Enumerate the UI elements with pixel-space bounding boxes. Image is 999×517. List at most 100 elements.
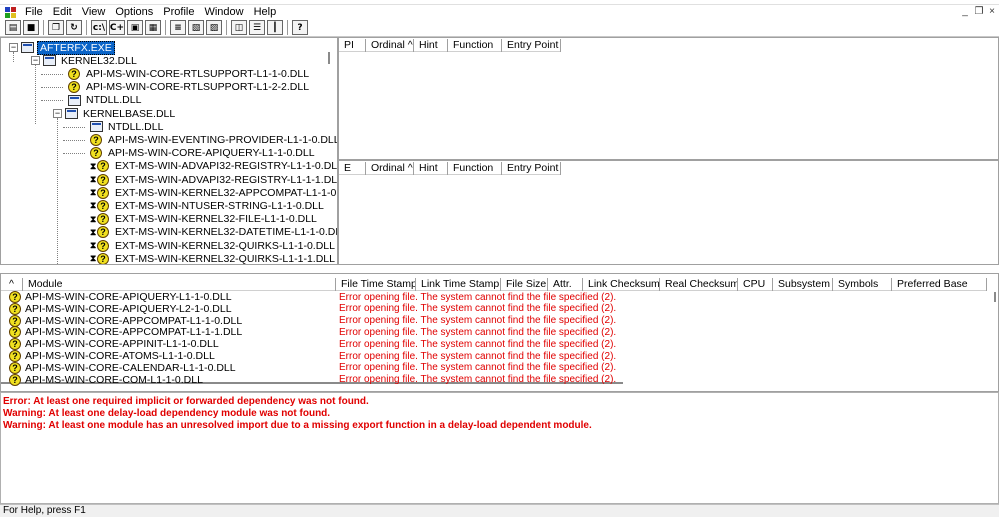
mdi-restore-button[interactable]: ❐ xyxy=(972,5,986,19)
app-system-menu-icon[interactable] xyxy=(5,6,17,18)
imports-col-hint[interactable]: Hint xyxy=(414,39,448,52)
module-cell: ? API-MS-WIN-CORE-APIQUERY-L2-1-0.DLL xyxy=(1,302,336,315)
find-icon[interactable]: ▧ xyxy=(188,20,204,35)
tree-collapse-toggle[interactable]: − xyxy=(53,109,62,118)
menu-file[interactable]: File xyxy=(20,5,48,19)
modules-col-file-time-stamp[interactable]: File Time Stamp xyxy=(336,278,416,291)
tree-item[interactable]: − KERNELBASE.DLL xyxy=(53,107,177,120)
module-name-cell: API-MS-WIN-CORE-CALENDAR-L1-1-0.DLL xyxy=(25,361,236,374)
table-row[interactable]: ? API-MS-WIN-CORE-APIQUERY-L1-1-0.DLL Erro… xyxy=(1,291,616,303)
tree-item-label: API-MS-WIN-CORE-RTLSUPPORT-L1-1-0.DLL xyxy=(86,67,310,80)
tree-collapse-toggle[interactable]: − xyxy=(9,43,18,52)
table-row[interactable]: ? API-MS-WIN-CORE-APPCOMPAT-L1-1-0.DLL Err… xyxy=(1,314,616,327)
tree-item[interactable]: ⧗? EXT-MS-WIN-NTUSER-STRING-L1-1-0.DLL xyxy=(90,199,326,212)
missing-module-icon: ? xyxy=(9,314,21,327)
tile-vertical-icon[interactable]: ┃ xyxy=(267,20,283,35)
modules-col-symbols[interactable]: Symbols xyxy=(833,278,892,291)
missing-module-icon: ? xyxy=(97,213,109,226)
properties-icon[interactable]: ≡ xyxy=(170,20,186,35)
imports-col-ordinal[interactable]: Ordinal ^ xyxy=(366,39,414,52)
full-paths-icon[interactable]: c:\ xyxy=(91,20,107,35)
delay-load-icon: ⧗ xyxy=(90,187,97,198)
menu-options[interactable]: Options xyxy=(110,5,158,19)
module-list-vertical-scrollbar[interactable] xyxy=(994,292,996,302)
module-list[interactable]: ^ Module File Time Stamp Link Time Stamp… xyxy=(0,273,999,392)
exports-col-hint[interactable]: Hint xyxy=(414,162,448,175)
tree-item[interactable]: ⧗? EXT-MS-WIN-ADVAPI32-REGISTRY-L1-1-0.DL… xyxy=(90,160,337,173)
modules-col-real-checksum[interactable]: Real Checksum xyxy=(660,278,738,291)
modules-col-icon[interactable]: ^ xyxy=(1,278,23,291)
menu-help[interactable]: Help xyxy=(249,5,282,19)
tree-item[interactable]: ⧗? EXT-MS-WIN-KERNEL32-DATETIME-L1-1-0.DL… xyxy=(90,226,337,239)
modules-col-link-time-stamp[interactable]: Link Time Stamp xyxy=(416,278,501,291)
module-name-cell: API-MS-WIN-CORE-APIQUERY-L1-1-0.DLL xyxy=(25,291,232,303)
modules-col-preferred-base[interactable]: Preferred Base xyxy=(892,278,987,291)
tree-item[interactable]: ? API-MS-WIN-CORE-RTLSUPPORT-L1-1-0.DLL xyxy=(68,67,311,80)
error-message-cell: Error opening file. The system cannot fi… xyxy=(339,338,617,350)
tree-horizontal-scrollbar[interactable] xyxy=(31,264,151,265)
tree-item[interactable]: − KERNEL32.DLL xyxy=(31,54,139,67)
tree-item[interactable]: − AFTERFX.EXE xyxy=(9,40,115,55)
tree-vertical-scrollbar[interactable] xyxy=(328,52,330,64)
highlight-icon[interactable]: ▨ xyxy=(206,20,222,35)
table-row[interactable]: ? API-MS-WIN-CORE-APPCOMPAT-L1-1-1.DLL Err… xyxy=(1,326,616,339)
tree-item[interactable]: ? API-MS-WIN-CORE-APIQUERY-L1-1-0.DLL xyxy=(90,147,317,160)
table-row[interactable]: ? API-MS-WIN-CORE-APIQUERY-L2-1-0.DLL Erro… xyxy=(1,302,616,315)
table-row[interactable]: ? API-MS-WIN-CORE-COM-L1-1-0.DLL Error ope… xyxy=(1,373,617,386)
tree-item[interactable]: NTDLL.DLL xyxy=(68,94,143,107)
tree-connector-line xyxy=(35,64,36,124)
tree-item[interactable]: ? API-MS-WIN-CORE-RTLSUPPORT-L1-2-2.DLL xyxy=(68,81,311,94)
tree-item-label: EXT-MS-WIN-KERNEL32-QUIRKS-L1-1-1.DLL xyxy=(115,252,335,265)
tree-item[interactable]: ? API-MS-WIN-EVENTING-PROVIDER-L1-1-0.DLL xyxy=(90,133,337,146)
module-icon xyxy=(43,55,56,67)
tree-item[interactable]: NTDLL.DLL xyxy=(90,120,165,133)
menu-edit[interactable]: Edit xyxy=(48,5,77,19)
menu-window[interactable]: Window xyxy=(199,5,248,19)
imports-col-entry-point[interactable]: Entry Point xyxy=(502,39,561,52)
table-row[interactable]: ? API-MS-WIN-CORE-ATOMS-L1-1-0.DLL Error o… xyxy=(1,350,616,362)
menu-view[interactable]: View xyxy=(77,5,111,19)
mdi-minimize-button[interactable]: _ xyxy=(958,5,972,19)
tree-item[interactable]: ⧗? EXT-MS-WIN-ADVAPI32-REGISTRY-L1-1-1.DL… xyxy=(90,173,337,186)
modules-col-file-size[interactable]: File Size xyxy=(501,278,548,291)
module-dependency-tree[interactable]: − AFTERFX.EXE − KERNEL32.DLL? API-MS-WIN-COR… xyxy=(0,37,338,265)
imports-col-function[interactable]: Function xyxy=(448,39,502,52)
tree-item[interactable]: ⧗? EXT-MS-WIN-KERNEL32-QUIRKS-L1-1-0.DLL xyxy=(90,239,337,252)
error-message-cell: Error opening file. The system cannot fi… xyxy=(339,374,617,386)
table-row[interactable]: ? API-MS-WIN-CORE-CALENDAR-L1-1-0.DLL Erro… xyxy=(1,361,616,374)
tree-connector-line xyxy=(13,52,14,62)
cascade-icon[interactable]: ◫ xyxy=(231,20,247,35)
menu-profile[interactable]: Profile xyxy=(158,5,199,19)
refresh-icon[interactable]: ↻ xyxy=(66,20,82,35)
save-icon[interactable]: ■ xyxy=(23,20,39,35)
table-row[interactable]: ? API-MS-WIN-CORE-APPINIT-L1-1-0.DLL Error… xyxy=(1,338,617,351)
modules-col-link-checksum[interactable]: Link Checksum xyxy=(583,278,660,291)
missing-module-icon: ? xyxy=(68,67,80,80)
modules-col-cpu[interactable]: CPU xyxy=(738,278,773,291)
copy-icon[interactable]: ❐ xyxy=(48,20,64,35)
open-icon[interactable]: ▤ xyxy=(5,20,21,35)
tile-horizontal-icon[interactable]: ☰ xyxy=(249,20,265,35)
exports-col-entry-point[interactable]: Entry Point xyxy=(502,162,561,175)
module-icon[interactable]: ▣ xyxy=(127,20,143,35)
module-cell: ? API-MS-WIN-CORE-CALENDAR-L1-1-0.DLL xyxy=(1,361,336,374)
missing-module-icon: ? xyxy=(90,133,102,146)
toolbar-separator xyxy=(226,20,227,35)
mdi-close-button[interactable]: × xyxy=(985,5,999,19)
modules-col-subsystem[interactable]: Subsystem xyxy=(773,278,833,291)
undecorate-icon[interactable]: C+ xyxy=(109,20,125,35)
exports-col-ordinal[interactable]: Ordinal ^ xyxy=(366,162,414,175)
exports-col-function[interactable]: Function xyxy=(448,162,502,175)
system-info-icon[interactable]: ▦ xyxy=(145,20,161,35)
tree-item[interactable]: ⧗? EXT-MS-WIN-KERNEL32-QUIRKS-L1-1-1.DLL xyxy=(90,252,337,265)
context-help-icon[interactable]: ? xyxy=(292,20,308,35)
imports-col-pi[interactable]: PI xyxy=(339,39,366,52)
modules-col-module[interactable]: Module xyxy=(23,278,336,291)
missing-module-icon: ? xyxy=(9,291,21,303)
exports-header: E Ordinal ^ Hint Function Entry Point xyxy=(339,162,561,175)
exports-col-e[interactable]: E xyxy=(339,162,366,175)
log-warning-line: Warning: At least one delay-load depende… xyxy=(3,408,331,419)
modules-col-attr[interactable]: Attr. xyxy=(548,278,583,291)
tree-item[interactable]: ⧗? EXT-MS-WIN-KERNEL32-FILE-L1-1-0.DLL xyxy=(90,213,319,226)
tree-item[interactable]: ⧗? EXT-MS-WIN-KERNEL32-APPCOMPAT-L1-1-0.D… xyxy=(90,186,337,199)
